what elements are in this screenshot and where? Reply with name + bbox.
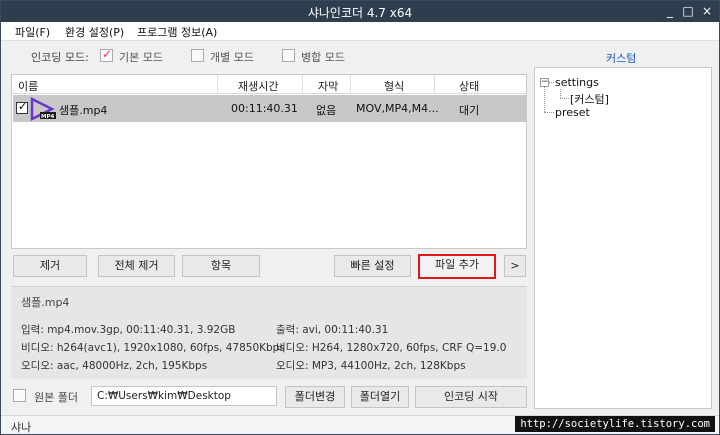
preset-tree[interactable]: − settings [커스텀] preset (534, 67, 712, 409)
menu-file[interactable]: 파일(F) (15, 24, 50, 40)
output-summary: 출력: avi, 00:11:40.31 (276, 324, 389, 336)
items-button[interactable]: 항목 (182, 255, 260, 277)
file-list-header: 이름 재생시간 자막 형식 상태 (12, 75, 526, 94)
output-audio: 오디오: MP3, 44100Hz, 2ch, 128Kbps (276, 360, 466, 372)
tree-node-preset[interactable]: preset (555, 106, 590, 119)
file-name: 샘플.mp4 (59, 104, 108, 117)
menu-about[interactable]: 프로그램 정보(A) (137, 24, 217, 40)
column-divider (302, 75, 303, 94)
file-status: 대기 (459, 104, 480, 117)
mp4-file-icon: MP4 (30, 97, 56, 121)
file-duration: 00:11:40.31 (231, 102, 298, 115)
column-divider (434, 75, 435, 94)
tree-connector (560, 89, 561, 98)
file-list[interactable]: 이름 재생시간 자막 형식 상태 ✓ MP4 샘플.mp4 00:11:40.3… (11, 74, 527, 249)
watermark: http://societylife.tistory.com (515, 416, 715, 432)
encoding-mode-label: 인코딩 모드: (31, 51, 89, 64)
status-text: 샤나 (11, 421, 32, 434)
input-summary: 입력: mp4.mov.3gp, 00:11:40.31, 3.92GB (21, 324, 236, 336)
tree-connector (544, 87, 545, 112)
minimize-button[interactable]: _ (661, 3, 679, 19)
basic-mode-checkbox[interactable]: ✓ (100, 47, 113, 62)
column-name[interactable]: 이름 (18, 78, 38, 94)
individual-mode-checkbox[interactable] (191, 49, 204, 62)
check-icon: ✓ (102, 47, 113, 61)
maximize-button[interactable]: □ (679, 3, 697, 19)
encoding-mode-bar: 인코딩 모드: ✓ 기본 모드 개별 모드 병합 모드 (1, 42, 531, 72)
merge-mode-checkbox[interactable] (282, 49, 295, 62)
remove-button[interactable]: 제거 (13, 255, 87, 277)
remove-all-button[interactable]: 전체 제거 (98, 255, 175, 277)
add-file-button[interactable]: 파일 추가 (418, 254, 496, 279)
change-folder-button[interactable]: 폴더변경 (285, 386, 345, 408)
tree-connector (560, 98, 569, 99)
quick-settings-button[interactable]: 빠른 설정 (334, 255, 411, 277)
column-divider (350, 75, 351, 94)
column-format[interactable]: 형식 (384, 78, 404, 94)
close-button[interactable]: × (698, 3, 716, 19)
tree-connector (544, 112, 554, 113)
app-window: 샤나인코더 4.7 x64 _ □ × 파일(F) 환경 설정(P) 프로그램 … (0, 0, 720, 435)
svg-text:MP4: MP4 (41, 114, 55, 120)
tree-node-settings[interactable]: settings (555, 76, 599, 89)
file-info-panel: 샘플.mp4 입력: mp4.mov.3gp, 00:11:40.31, 3.9… (11, 286, 527, 379)
menu-settings[interactable]: 환경 설정(P) (65, 24, 124, 40)
merge-mode-label[interactable]: 병합 모드 (301, 49, 345, 65)
status-bar: 샤나 http://societylife.tistory.com (1, 415, 719, 434)
check-icon: ✓ (18, 100, 28, 113)
tree-node-custom[interactable]: [커스텀] (570, 91, 609, 107)
same-folder-label[interactable]: 원본 폴더 (34, 389, 78, 405)
column-divider (217, 75, 218, 94)
menu-bar: 파일(F) 환경 설정(P) 프로그램 정보(A) (1, 22, 719, 41)
basic-mode-label[interactable]: 기본 모드 (119, 49, 163, 65)
input-video: 비디오: h264(avc1), 1920x1080, 60fps, 47850… (21, 342, 285, 354)
column-subtitle[interactable]: 자막 (318, 78, 338, 94)
file-format: MOV,MP4,M4... (356, 102, 439, 115)
input-audio: 오디오: aac, 48000Hz, 2ch, 195Kbps (21, 360, 208, 372)
more-button[interactable]: > (504, 255, 526, 277)
window-title: 샤나인코더 4.7 x64 (307, 6, 413, 20)
output-path-field[interactable]: C:₩Users₩kim₩Desktop (91, 386, 277, 406)
same-folder-checkbox[interactable] (13, 389, 26, 402)
custom-preset-link[interactable]: 커스텀 (606, 50, 636, 66)
output-folder-row: 원본 폴더 C:₩Users₩kim₩Desktop 폴더변경 폴더열기 인코딩… (1, 383, 531, 411)
file-subtitle: 없음 (316, 104, 337, 117)
title-bar: 샤나인코더 4.7 x64 _ □ × (1, 1, 719, 22)
column-status[interactable]: 상태 (459, 78, 479, 94)
file-row[interactable]: ✓ MP4 샘플.mp4 00:11:40.31 없음 MOV,MP4,M4..… (13, 95, 527, 122)
start-encoding-button[interactable]: 인코딩 시작 (415, 386, 527, 408)
output-video: 비디오: H264, 1280x720, 60fps, CRF Q=19.0 (276, 342, 507, 354)
open-folder-button[interactable]: 폴더열기 (351, 386, 409, 408)
collapse-icon[interactable]: − (540, 78, 549, 87)
file-row-checkbox[interactable]: ✓ (16, 100, 28, 114)
tree-connector (549, 82, 554, 83)
individual-mode-label[interactable]: 개별 모드 (210, 49, 254, 65)
info-filename: 샘플.mp4 (21, 296, 70, 309)
column-duration[interactable]: 재생시간 (238, 78, 278, 94)
